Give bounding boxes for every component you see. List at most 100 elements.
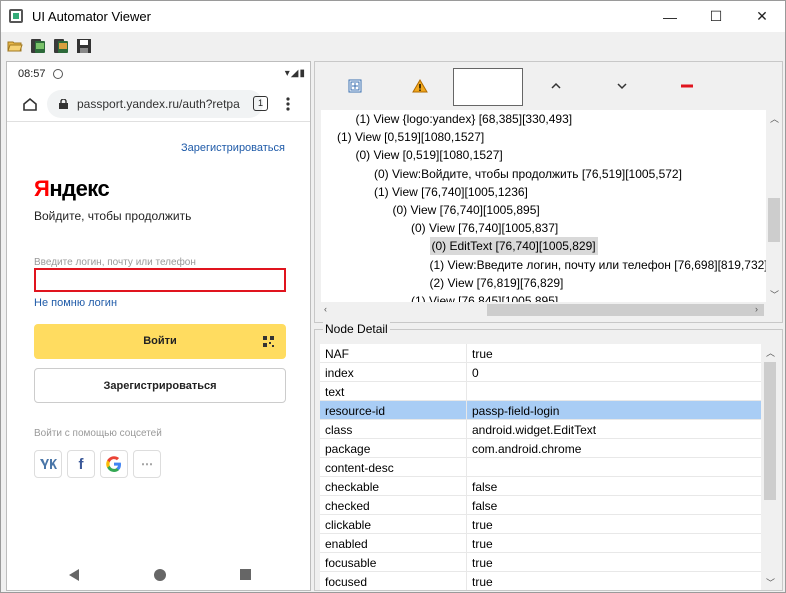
node-detail-table[interactable]: NAF true index 0 text resource-id passp-field-… xyxy=(320,344,761,590)
chevron-down-icon[interactable] xyxy=(614,78,630,94)
nav-recents-icon[interactable] xyxy=(240,569,251,580)
tree-node[interactable]: (1) View {logo:yandex} [68,385][330,493] xyxy=(356,110,573,128)
minimize-button[interactable]: — xyxy=(647,1,693,32)
device-screenshot-compressed-icon[interactable] xyxy=(53,38,69,54)
detail-row[interactable]: checked false xyxy=(320,496,761,515)
scroll-up-arrow[interactable]: ︿ xyxy=(766,346,775,359)
open-folder-icon[interactable] xyxy=(7,38,23,54)
detail-row[interactable]: text xyxy=(320,382,761,401)
qr-code-icon[interactable] xyxy=(263,336,274,347)
detail-row[interactable]: enabled true xyxy=(320,534,761,553)
tree-node[interactable]: (1) View [0,519][1080,1527] xyxy=(337,128,484,146)
google-icon xyxy=(106,456,121,472)
nav-back-icon[interactable] xyxy=(69,569,79,581)
detail-row[interactable]: index 0 xyxy=(320,363,761,382)
scroll-down-arrow[interactable]: ﹀ xyxy=(766,576,775,589)
detail-value: com.android.chrome xyxy=(472,442,582,456)
detail-value: android.widget.EditText xyxy=(472,423,597,437)
column-divider xyxy=(466,344,467,363)
nav-home-icon[interactable] xyxy=(154,569,166,581)
lock-icon xyxy=(59,99,68,109)
tree-node[interactable]: (0) View [76,740][1005,895] xyxy=(393,201,540,219)
detail-key: checked xyxy=(325,499,370,513)
toggle-naf-box[interactable] xyxy=(453,68,523,106)
app-window: UI Automator Viewer — ☐ ✕ 08:57 ▾◢▮ pass… xyxy=(0,0,786,593)
tree-node[interactable]: (0) View:Войдите, чтобы продолжить [76,5… xyxy=(374,165,682,183)
yandex-logo: Яндекс xyxy=(34,176,110,202)
column-divider xyxy=(466,458,467,477)
scroll-left-arrow[interactable]: ‹ xyxy=(324,304,327,314)
detail-value: false xyxy=(472,499,498,513)
tree-node[interactable]: (0) EditText [76,740][1005,829] xyxy=(429,237,598,256)
more-icon: ⋯ xyxy=(141,457,153,471)
detail-row[interactable]: focusable true xyxy=(320,553,761,572)
more-vert-icon[interactable] xyxy=(285,96,291,112)
hierarchy-panel: (1) View {logo:yandex} [68,385][330,493]… xyxy=(314,61,783,323)
hierarchy-tree[interactable]: (1) View {logo:yandex} [68,385][330,493]… xyxy=(321,110,766,302)
detail-key: focused xyxy=(325,575,368,589)
main-toolbar xyxy=(1,33,785,59)
login-button[interactable]: Войти xyxy=(34,324,286,359)
device-screenshot-icon[interactable] xyxy=(30,38,46,54)
tree-node[interactable]: (1) View [76,845][1005,895] xyxy=(411,292,558,302)
node-detail-title: Node Detail xyxy=(323,322,390,336)
tree-node[interactable]: (0) View [0,519][1080,1527] xyxy=(356,146,503,164)
column-divider xyxy=(466,572,467,590)
more-social-button[interactable]: ⋯ xyxy=(133,450,161,478)
warning-icon[interactable] xyxy=(412,78,428,94)
scroll-thumb[interactable] xyxy=(487,304,764,316)
scroll-up-arrow[interactable]: ︿ xyxy=(770,112,779,125)
collapse-icon[interactable] xyxy=(679,78,695,94)
detail-value: 0 xyxy=(472,366,479,380)
detail-row[interactable]: class android.widget.EditText xyxy=(320,420,761,439)
tabs-count-button[interactable]: 1 xyxy=(253,96,268,111)
status-bar: 08:57 ▾◢▮ xyxy=(7,62,310,86)
login-input[interactable] xyxy=(34,268,286,292)
save-icon[interactable] xyxy=(76,38,92,54)
detail-row[interactable]: checkable false xyxy=(320,477,761,496)
scroll-right-arrow[interactable]: › xyxy=(755,304,758,314)
home-icon[interactable] xyxy=(21,95,39,113)
url-field[interactable]: passport.yandex.ru/auth?retpa xyxy=(47,90,263,118)
column-divider xyxy=(466,553,467,572)
title-bar: UI Automator Viewer — ☐ ✕ xyxy=(1,1,785,32)
detail-row[interactable]: package com.android.chrome xyxy=(320,439,761,458)
scroll-thumb[interactable] xyxy=(764,362,776,500)
device-screenshot-panel[interactable]: 08:57 ▾◢▮ passport.yandex.ru/auth?retpa … xyxy=(6,61,311,591)
detail-value: true xyxy=(472,518,493,532)
tree-node[interactable]: (1) View:Введите логин, почту или телефо… xyxy=(430,256,767,274)
chevron-up-icon[interactable] xyxy=(548,78,564,94)
tree-node[interactable]: (1) View [76,740][1005,1236] xyxy=(374,183,528,201)
detail-value: false xyxy=(472,480,498,494)
yandex-logo-first: Я xyxy=(34,176,50,201)
detail-row[interactable]: content-desc xyxy=(320,458,761,477)
tree-node[interactable]: (0) View [76,740][1005,837] xyxy=(411,219,558,237)
register-button-label: Зарегистрироваться xyxy=(103,380,217,392)
detail-row[interactable]: focused true xyxy=(320,572,761,590)
google-button[interactable] xyxy=(100,450,128,478)
detail-key: focusable xyxy=(325,556,377,570)
detail-vertical-scrollbar[interactable]: ︿ ﹀ xyxy=(762,344,778,590)
tree-node[interactable]: (2) View [76,819][76,829] xyxy=(430,274,564,292)
register-link[interactable]: Зарегистрироваться xyxy=(181,142,285,154)
register-button[interactable]: Зарегистрироваться xyxy=(34,368,286,403)
tree-vertical-scrollbar[interactable]: ︿ ﹀ xyxy=(766,110,782,302)
maximize-button[interactable]: ☐ xyxy=(693,1,739,32)
tree-horizontal-scrollbar[interactable]: ‹ › xyxy=(321,302,766,318)
expand-all-icon[interactable] xyxy=(347,78,363,94)
facebook-icon: f xyxy=(78,455,84,473)
detail-key: content-desc xyxy=(325,461,394,475)
scroll-down-arrow[interactable]: ﹀ xyxy=(770,288,779,301)
vk-button[interactable] xyxy=(34,450,62,478)
vk-icon xyxy=(40,459,57,469)
detail-value: true xyxy=(472,537,493,551)
forgot-login-link[interactable]: Не помню логин xyxy=(34,297,117,309)
detail-row[interactable]: clickable true xyxy=(320,515,761,534)
page-subtitle: Войдите, чтобы продолжить xyxy=(34,209,192,223)
detail-key: checkable xyxy=(325,480,380,494)
detail-row[interactable]: NAF true xyxy=(320,344,761,363)
scroll-thumb[interactable] xyxy=(768,198,780,242)
detail-row[interactable]: resource-id passp-field-login xyxy=(320,401,761,420)
facebook-button[interactable]: f xyxy=(67,450,95,478)
close-button[interactable]: ✕ xyxy=(739,1,785,32)
